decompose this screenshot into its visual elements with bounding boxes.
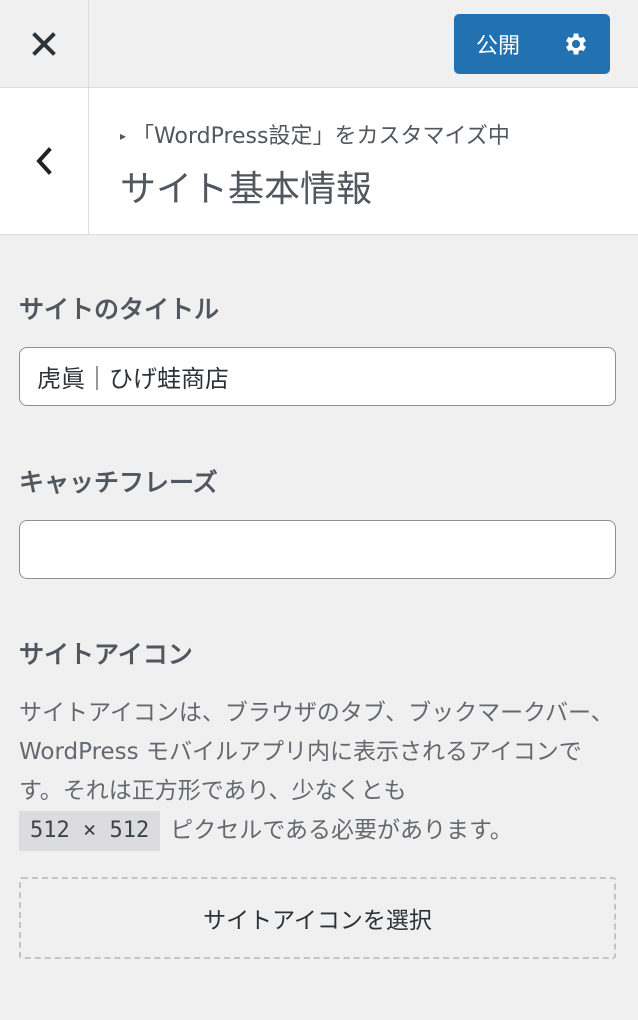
gear-icon[interactable] [562, 30, 590, 58]
site-title-input[interactable] [19, 347, 616, 406]
tagline-label: キャッチフレーズ [19, 468, 218, 497]
tagline-input[interactable] [19, 520, 616, 579]
publish-button[interactable]: 公開 [454, 14, 610, 74]
close-icon [32, 31, 56, 56]
caret-right-icon: ▸ [120, 129, 127, 143]
site-icon-description: サイトアイコンは、ブラウザのタブ、ブックマークバー、WordPress モバイル… [19, 694, 619, 851]
breadcrumb-text: 「WordPress設定」をカスタマイズ中 [132, 124, 510, 149]
site-title-label: サイトのタイトル [19, 295, 220, 324]
chevron-left-icon [36, 147, 52, 175]
back-button[interactable] [0, 88, 89, 234]
section-breadcrumb: ▸ 「WordPress設定」をカスタマイズ中 [120, 118, 510, 150]
page-title: サイト基本情報 [120, 169, 373, 210]
section-header: ▸ 「WordPress設定」をカスタマイズ中 サイト基本情報 [0, 88, 638, 235]
description-text-2: ピクセルである必要があります。 [170, 817, 513, 844]
close-button[interactable] [0, 0, 89, 87]
site-icon-label: サイトアイコン [19, 640, 193, 669]
customizer-header: 公開 [0, 0, 638, 88]
description-text-1: サイトアイコンは、ブラウザのタブ、ブックマークバー、WordPress モバイル… [19, 700, 614, 804]
size-chip: 512 × 512 [19, 811, 161, 851]
publish-label[interactable]: 公開 [476, 14, 520, 74]
select-site-icon-button[interactable]: サイトアイコンを選択 [19, 877, 616, 959]
